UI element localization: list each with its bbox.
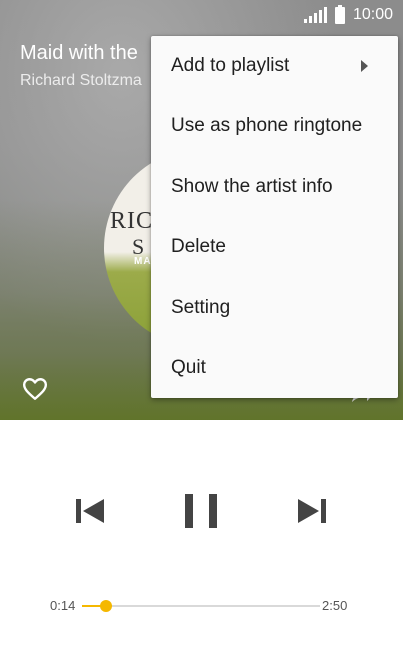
menu-item-label: Add to playlist: [171, 55, 290, 76]
status-time: 10:00: [352, 6, 393, 23]
menu-item-quit[interactable]: Quit: [151, 338, 398, 398]
skip-next-icon[interactable]: [296, 498, 328, 524]
menu-item-label: Quit: [171, 357, 206, 378]
heart-outline-icon[interactable]: [22, 377, 48, 401]
battery-icon: [334, 4, 345, 24]
song-title: Maid with the: [20, 42, 138, 64]
skip-previous-icon[interactable]: [74, 498, 106, 524]
seek-track[interactable]: [82, 605, 320, 607]
overflow-menu: Add to playlist Use as phone ringtone Sh…: [151, 36, 398, 398]
submenu-arrow-icon: [361, 60, 368, 72]
menu-item-label: Use as phone ringtone: [171, 115, 363, 136]
signal-icon: [303, 7, 327, 23]
menu-item-label: Show the artist info: [171, 176, 333, 197]
seek-thumb[interactable]: [100, 600, 112, 612]
total-duration: 2:50: [322, 598, 348, 613]
progress-bar: 0:14 2:50: [0, 590, 403, 620]
pause-icon[interactable]: [184, 494, 218, 528]
menu-item-show-artist-info[interactable]: Show the artist info: [151, 157, 398, 217]
menu-item-delete[interactable]: Delete: [151, 217, 398, 277]
menu-item-add-to-playlist[interactable]: Add to playlist: [151, 36, 398, 96]
album-art-text-3: MA: [134, 256, 152, 267]
album-art-text-1: RIC: [110, 208, 154, 234]
menu-item-label: Delete: [171, 236, 226, 257]
playback-controls: [0, 470, 403, 550]
menu-item-setting[interactable]: Setting: [151, 278, 398, 338]
status-bar: 10:00: [0, 0, 403, 32]
song-artist: Richard Stoltzma: [20, 72, 142, 89]
menu-item-use-as-ringtone[interactable]: Use as phone ringtone: [151, 96, 398, 156]
menu-item-label: Setting: [171, 297, 231, 318]
elapsed-time: 0:14: [50, 598, 76, 613]
